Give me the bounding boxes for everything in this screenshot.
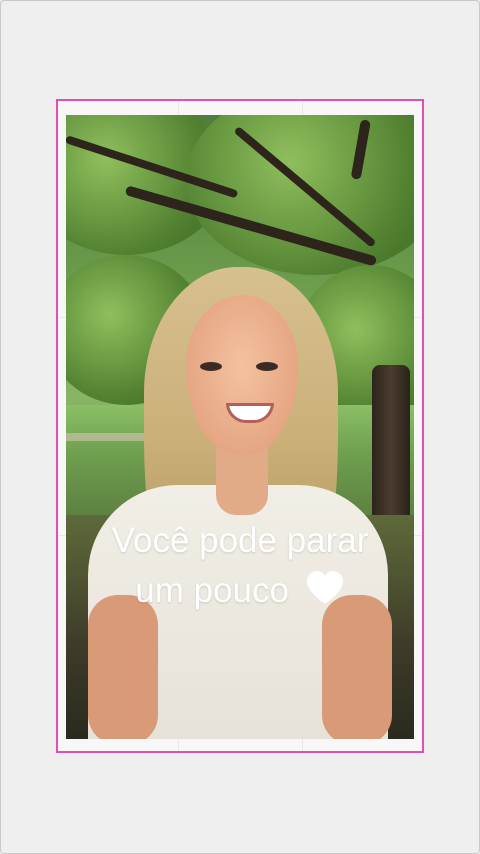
person-eye bbox=[256, 362, 278, 371]
person-eye bbox=[200, 362, 222, 371]
caption-line-2: um pouco bbox=[66, 566, 414, 616]
caption-line-1: Você pode parar bbox=[111, 521, 369, 560]
heart-icon bbox=[305, 570, 345, 606]
person-face bbox=[186, 295, 298, 455]
person-arm bbox=[322, 595, 392, 739]
tree-canopy bbox=[186, 115, 414, 275]
background-photo[interactable] bbox=[66, 115, 414, 739]
caption-line-2-text: um pouco bbox=[135, 571, 289, 610]
caption-text[interactable]: Você pode parar um pouco bbox=[66, 516, 414, 616]
person-neck bbox=[216, 445, 268, 515]
person-arm bbox=[88, 595, 158, 739]
